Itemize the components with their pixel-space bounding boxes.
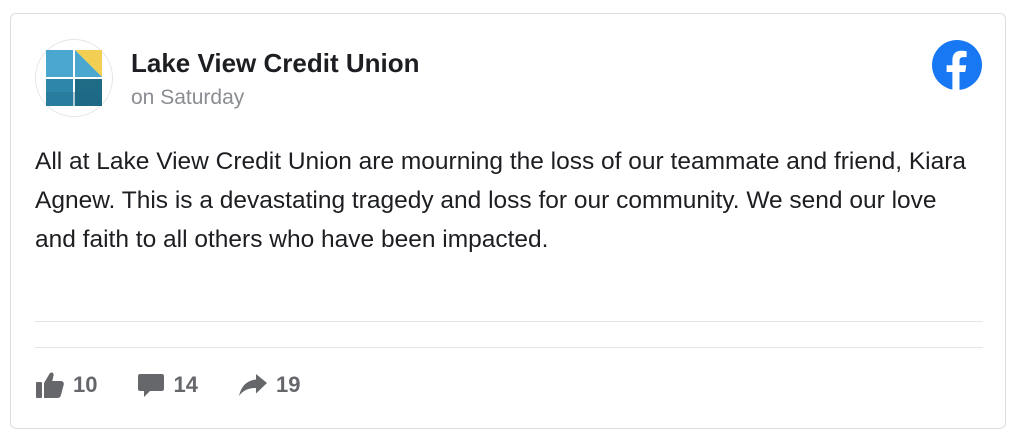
divider [35, 321, 983, 322]
reaction-bar: 10 14 19 [35, 371, 340, 399]
share-count: 19 [275, 372, 301, 397]
post-timestamp[interactable]: on Saturday [131, 86, 244, 110]
facebook-icon[interactable] [932, 40, 982, 90]
like-count: 10 [73, 372, 98, 397]
avatar[interactable] [35, 39, 113, 117]
like-button[interactable]: 10 [35, 371, 97, 399]
lake-view-credit-union-logo-icon [46, 50, 102, 106]
facebook-post-card: Lake View Credit Union on Saturday All a… [10, 13, 1006, 429]
comment-count: 14 [173, 372, 198, 397]
thumbs-up-icon [36, 372, 64, 398]
post-body-text: All at Lake View Credit Union are mourni… [35, 148, 967, 253]
divider [35, 347, 983, 348]
share-button[interactable]: 19 [238, 371, 300, 399]
comment-button[interactable]: 14 [137, 371, 198, 399]
share-arrow-icon [238, 374, 267, 396]
page-name-link[interactable]: Lake View Credit Union [131, 48, 419, 79]
comment-icon [138, 374, 165, 397]
